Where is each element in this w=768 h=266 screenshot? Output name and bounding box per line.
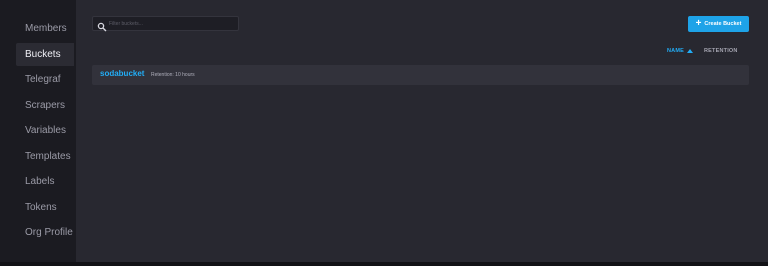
sidebar-item-org-profile[interactable]: Org Profile xyxy=(16,221,74,244)
sort-by-retention[interactable]: RETENTION xyxy=(704,48,738,54)
main-panel: + Create Bucket NAME RETENTION sodabucke… xyxy=(76,0,768,262)
search-icon xyxy=(97,19,107,32)
search-input[interactable] xyxy=(109,17,235,30)
sidebar-item-labels[interactable]: Labels xyxy=(16,170,74,193)
create-bucket-button[interactable]: + Create Bucket xyxy=(688,16,749,32)
bucket-retention: Retention: 10 hours xyxy=(151,72,195,78)
create-bucket-label: Create Bucket xyxy=(704,21,742,27)
plus-icon: + xyxy=(695,17,702,29)
sidebar-item-templates[interactable]: Templates xyxy=(16,145,74,168)
sidebar-item-variables[interactable]: Variables xyxy=(16,119,74,142)
sidebar-item-buckets[interactable]: Buckets xyxy=(16,43,74,66)
bottom-edge xyxy=(0,262,768,266)
caret-up-icon xyxy=(687,49,693,53)
sort-by-name[interactable]: NAME xyxy=(667,48,693,54)
sidebar-item-telegraf[interactable]: Telegraf xyxy=(16,68,74,91)
sidebar: Members Buckets Telegraf Scrapers Variab… xyxy=(0,0,76,262)
sidebar-item-scrapers[interactable]: Scrapers xyxy=(16,94,74,117)
bucket-name-link[interactable]: sodabucket xyxy=(100,69,144,78)
bucket-row[interactable]: sodabucket Retention: 10 hours xyxy=(92,65,749,85)
search-box[interactable] xyxy=(92,16,239,32)
sidebar-item-members[interactable]: Members xyxy=(16,17,74,40)
sidebar-item-tokens[interactable]: Tokens xyxy=(16,196,74,219)
sort-name-label: NAME xyxy=(667,48,684,54)
